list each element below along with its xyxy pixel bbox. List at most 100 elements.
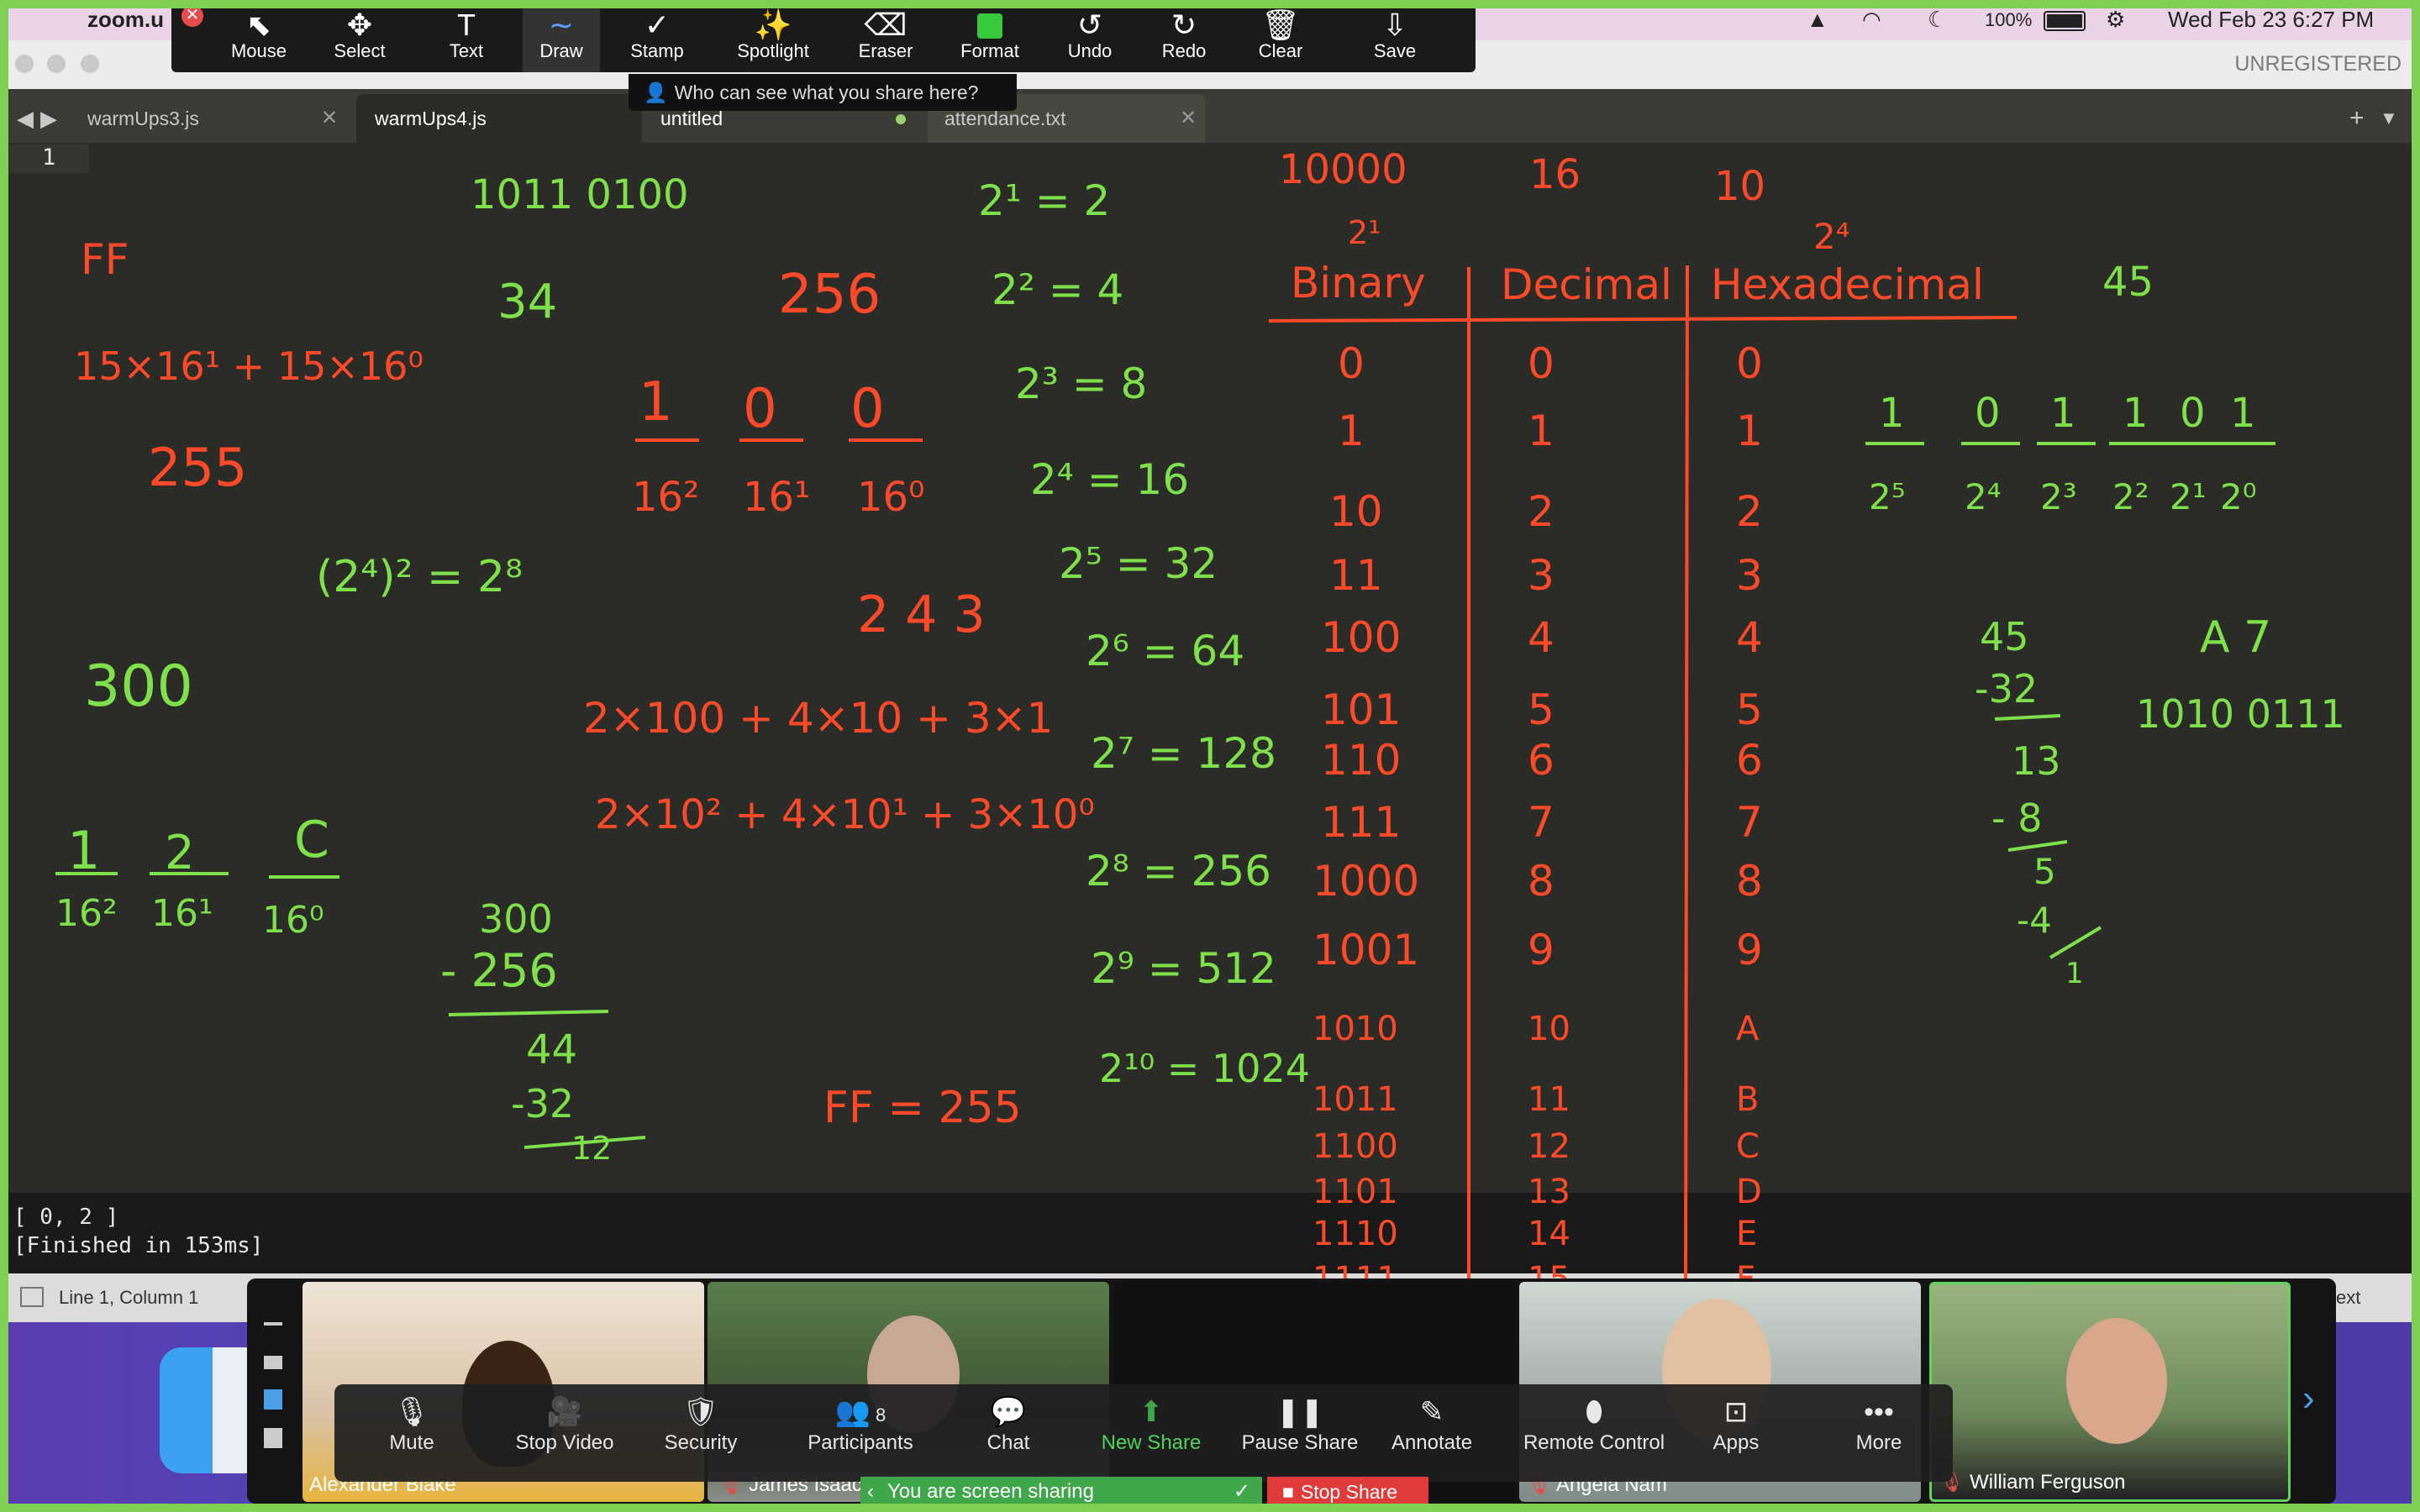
drive-icon[interactable]: ▲ (1807, 7, 1828, 33)
tab-forward-icon[interactable]: ▶ (40, 94, 57, 143)
close-window-button[interactable] (15, 55, 34, 73)
move-icon: ✥ (346, 8, 373, 42)
control-label: Security (664, 1431, 738, 1454)
checkmark-icon: ✓ (644, 8, 671, 42)
control-label: New Share (1101, 1431, 1202, 1454)
gallery-view-icon[interactable] (264, 1428, 282, 1448)
security-button[interactable]: 🛡 Security (654, 1384, 748, 1482)
chat-button[interactable]: 💬 Chat (973, 1384, 1044, 1482)
editor-area[interactable] (8, 143, 2412, 1191)
redo-icon: ↻ (1171, 8, 1197, 42)
eraser-tool-button[interactable]: ⌫ Eraser (842, 7, 929, 72)
moon-icon[interactable]: ☾ (1928, 7, 1947, 33)
redo-tool-button[interactable]: ↻ Redo (1148, 7, 1220, 72)
new-share-button[interactable]: ⬆ New Share (1084, 1384, 1218, 1482)
tool-label: Spotlight (737, 40, 809, 61)
tool-label: Eraser (858, 40, 913, 61)
control-label: Chat (986, 1431, 1030, 1454)
participants-button[interactable]: 👥 8 Participants (783, 1384, 938, 1482)
stamp-tool-button[interactable]: ✓ Stamp (613, 7, 701, 72)
spotlight-tool-button[interactable]: ✨ Spotlight (723, 7, 823, 72)
wifi-icon[interactable]: ◠ (1862, 7, 1881, 33)
share-visibility-tip[interactable]: 👤 Who can see what you share here? (629, 74, 1017, 111)
next-page-chevron-icon[interactable]: › (2302, 1378, 2315, 1420)
format-icon (943, 7, 1037, 40)
tool-label: Save (1373, 40, 1417, 61)
mute-button[interactable]: 🎙 Mute (370, 1384, 454, 1482)
participant-video (2066, 1318, 2167, 1444)
select-tool-button[interactable]: ✥ Select (323, 7, 397, 72)
view-switcher (252, 1310, 292, 1448)
stop-square-icon: ■ (1282, 1481, 1294, 1503)
tab-label: warmUps3.js (87, 108, 199, 129)
speaker-view-icon[interactable] (264, 1356, 282, 1369)
tab-list-icon[interactable]: ▼ (2380, 94, 2398, 143)
close-icon[interactable]: ✕ (1180, 94, 1197, 143)
screen-sharing-banner[interactable]: ‹ You are screen sharing ✓ (860, 1477, 1262, 1507)
share-screen-icon: ⬆ (1139, 1396, 1164, 1428)
meeting-controls: 🎙 Mute 🎥 Stop Video 🛡 Security 👥 8 Participants 💬… (334, 1384, 1953, 1482)
pause-share-button[interactable]: ❚❚ Pause Share (1234, 1384, 1366, 1482)
cursor-position: Line 1, Column 1 (59, 1287, 199, 1308)
stop-share-button[interactable]: ■ Stop Share (1267, 1477, 1428, 1507)
tab-warmups3[interactable]: warmUps3.js ✕ (87, 94, 343, 143)
minimize-icon[interactable] (264, 1322, 282, 1326)
draw-tool-button[interactable]: ∼ Draw (523, 7, 600, 72)
apps-icon: ⊡ (1723, 1396, 1749, 1428)
shield-icon: 🛡 (682, 1396, 719, 1428)
clear-tool-button[interactable]: 🗑 Clear (1244, 7, 1318, 72)
tab-back-icon[interactable]: ◀ (17, 94, 34, 143)
control-label: Remote Control (1523, 1431, 1665, 1454)
close-icon[interactable]: ✕ (321, 94, 338, 143)
tool-label: Format (960, 40, 1019, 61)
clock[interactable]: Wed Feb 23 6:27 PM (2168, 7, 2374, 33)
participant-count: 8 (876, 1404, 886, 1425)
unsaved-dot-icon (896, 114, 906, 124)
syntax-label[interactable]: ext (2336, 1287, 2360, 1309)
active-speaker-tile[interactable]: 🎙 William Ferguson (1929, 1282, 2291, 1502)
app-menu-name[interactable]: zoom.u (87, 7, 164, 33)
shield-check-icon: ✓ (1233, 1480, 1250, 1503)
chat-icon: 💬 (990, 1396, 1027, 1428)
undo-tool-button[interactable]: ↺ Undo (1052, 7, 1128, 72)
mouse-tool-button[interactable]: ⬉ Mouse (220, 7, 297, 72)
participant-name: 🎙 William Ferguson (1939, 1471, 2126, 1494)
close-annotation-icon[interactable]: ✕ (182, 5, 203, 27)
mouse-icon: ⬮ (1585, 1396, 1603, 1428)
line-number: 1 (42, 144, 56, 171)
eraser-icon: ⌫ (864, 8, 908, 42)
cursor-icon: ⬉ (245, 8, 272, 42)
text-tool-button[interactable]: T Text (429, 7, 504, 72)
pencil-icon: ✎ (1419, 1396, 1444, 1428)
tab-label: warmUps4.js (375, 108, 487, 129)
apps-button[interactable]: ⊡ Apps (1704, 1384, 1768, 1482)
tool-label: Clear (1258, 40, 1303, 61)
format-tool-button[interactable]: Format (943, 7, 1037, 72)
strip-view-icon[interactable] (264, 1389, 282, 1410)
more-button[interactable]: ••• More (1845, 1384, 1912, 1482)
spotlight-icon: ✨ (754, 8, 792, 42)
save-tool-button[interactable]: ⇩ Save (1361, 7, 1428, 72)
control-label: Annotate (1391, 1431, 1473, 1454)
minimize-window-button[interactable] (47, 55, 66, 73)
tab-warmups4[interactable]: warmUps4.js (356, 94, 642, 143)
person-icon: 👤 (644, 81, 668, 103)
stop-video-button[interactable]: 🎥 Stop Video (497, 1384, 632, 1482)
remote-control-button[interactable]: ⬮ Remote Control (1506, 1384, 1682, 1482)
panel-toggle-icon[interactable] (20, 1287, 44, 1307)
output-line: [ 0, 2 ] (13, 1205, 119, 1230)
control-label: Stop Video (515, 1431, 614, 1454)
control-label: Pause Share (1241, 1431, 1359, 1454)
annotate-button[interactable]: ✎ Annotate (1380, 1384, 1484, 1482)
control-center-icon[interactable]: ⚙ (2106, 7, 2125, 33)
control-label: Mute (389, 1431, 434, 1454)
zoom-window-button[interactable] (81, 55, 99, 73)
new-tab-icon[interactable]: + (2349, 94, 2365, 143)
undo-icon: ↺ (1076, 8, 1103, 42)
unregistered-label: UNREGISTERED (2234, 52, 2402, 76)
battery-icon[interactable] (2044, 11, 2086, 31)
battery-percent: 100% (1985, 9, 2033, 30)
text-icon: T (457, 8, 476, 42)
tool-label: Mouse (230, 40, 287, 61)
control-label: Participants (808, 1431, 913, 1454)
